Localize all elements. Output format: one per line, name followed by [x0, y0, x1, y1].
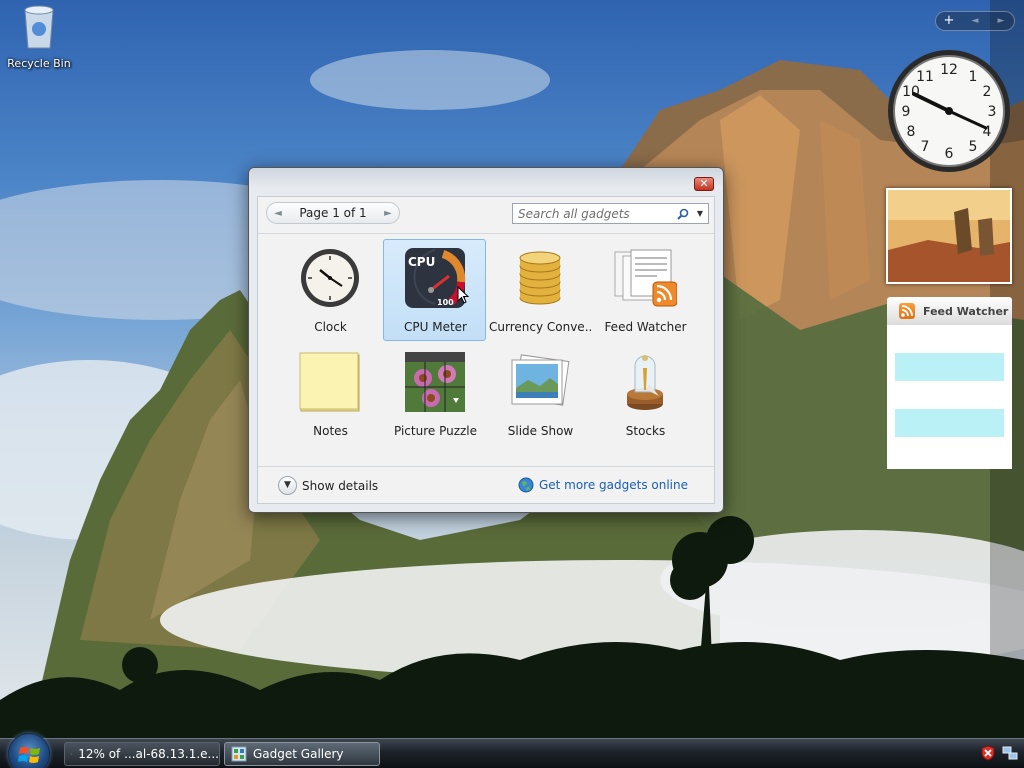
sidebar-controls: + ◄ ►	[935, 11, 1015, 31]
gadget-tile-cpu-meter[interactable]: CPU 100 CPU Meter	[383, 239, 486, 341]
gadget-gallery-icon	[231, 746, 247, 762]
gadget-label: Slide Show	[507, 424, 574, 438]
sidebar-clock-gadget[interactable]: 12 12 345 678 91011	[886, 48, 1012, 174]
show-details-button[interactable]: ▼ Show details	[278, 476, 378, 495]
sidebar-next-button[interactable]: ►	[988, 12, 1014, 30]
gadget-label: Notes	[313, 424, 348, 438]
close-button[interactable]: ✕	[694, 177, 714, 191]
svg-text:11: 11	[916, 69, 934, 85]
gadget-label: Currency Conve...	[489, 320, 592, 334]
cpu-icon-value: 100	[437, 298, 454, 307]
gadget-label: Stocks	[625, 424, 666, 438]
search-box: ▼	[512, 203, 709, 224]
feed-watcher-header: Feed Watcher	[887, 297, 1012, 325]
page-navigator: ◄ Page 1 of 1 ►	[266, 202, 400, 224]
gadget-tile-clock[interactable]: Clock	[278, 239, 381, 341]
system-tray	[980, 745, 1018, 761]
gadget-tile-feed-watcher[interactable]: Feed Watcher	[593, 239, 696, 341]
picture-puzzle-icon	[405, 352, 465, 412]
feed-item[interactable]	[895, 353, 1004, 381]
page-indicator: Page 1 of 1	[299, 206, 367, 220]
divider	[258, 466, 714, 467]
search-dropdown-icon[interactable]: ▼	[692, 204, 708, 223]
recycle-bin-label: Recycle Bin	[7, 57, 71, 70]
svg-text:9: 9	[902, 104, 911, 120]
svg-text:1: 1	[969, 69, 978, 85]
add-gadget-button[interactable]: +	[936, 12, 962, 30]
clock-icon	[301, 249, 359, 307]
feed-list	[887, 325, 1012, 469]
search-icon[interactable]	[674, 204, 692, 223]
recycle-bin-icon	[24, 5, 54, 49]
task-label: 12% of ...al-68.13.1.e...	[78, 747, 219, 761]
show-details-label: Show details	[302, 478, 379, 493]
notes-icon	[299, 352, 360, 412]
get-more-gadgets-link[interactable]: Get more gadgets online	[518, 477, 688, 493]
slideshow-photo	[888, 190, 1010, 282]
next-page-button[interactable]: ►	[377, 208, 399, 219]
feed-watcher-title: Feed Watcher	[923, 304, 1009, 318]
svg-text:6: 6	[945, 146, 954, 162]
gadget-label: Clock	[314, 320, 347, 334]
feed-watcher-icon	[614, 249, 677, 307]
cpu-icon-title: CPU	[408, 255, 435, 269]
svg-text:8: 8	[907, 124, 916, 140]
windows-logo-icon	[18, 747, 40, 763]
gadget-tile-stocks[interactable]: Stocks	[593, 343, 696, 445]
mouse-cursor-icon	[457, 286, 469, 304]
svg-text:2: 2	[983, 84, 992, 100]
rss-icon	[899, 303, 915, 319]
taskbar: 12% of ...al-68.13.1.e... Gadget Gallery	[0, 733, 1024, 768]
gadget-label: Feed Watcher	[604, 320, 687, 334]
svg-text:3: 3	[988, 104, 997, 120]
prev-page-button[interactable]: ◄	[267, 208, 289, 219]
chevron-down-icon: ▼	[278, 476, 297, 495]
gadget-label: Picture Puzzle	[393, 424, 478, 438]
stocks-icon	[627, 355, 663, 410]
gadget-tile-currency[interactable]: Currency Conve...	[488, 239, 592, 341]
recycle-bin[interactable]: Recycle Bin	[4, 2, 74, 70]
divider	[258, 233, 714, 234]
sidebar-slideshow-gadget[interactable]	[886, 188, 1012, 284]
search-input[interactable]	[513, 204, 674, 223]
globe-icon	[518, 477, 534, 493]
gadget-gallery-window: ✕ ◄ Page 1 of 1 ► ▼	[248, 167, 724, 513]
svg-text:7: 7	[921, 139, 930, 155]
sidebar-prev-button[interactable]: ◄	[962, 12, 988, 30]
currency-coins-icon	[519, 251, 561, 305]
security-alert-icon[interactable]	[980, 745, 996, 761]
gallery-content: ◄ Page 1 of 1 ► ▼	[257, 196, 715, 504]
start-button[interactable]	[8, 733, 50, 768]
gadget-label: CPU Meter	[404, 320, 467, 334]
gadget-tile-picture-puzzle[interactable]: Picture Puzzle	[383, 343, 486, 445]
slide-show-icon	[511, 354, 570, 406]
feed-item[interactable]	[895, 409, 1004, 437]
gadget-tile-slide-show[interactable]: Slide Show	[488, 343, 591, 445]
taskbar-item-ie-download[interactable]: 12% of ...al-68.13.1.e...	[64, 742, 220, 766]
task-label: Gadget Gallery	[253, 747, 344, 761]
taskbar-item-gadget-gallery[interactable]: Gadget Gallery	[224, 742, 380, 766]
get-more-gadgets-label: Get more gadgets online	[538, 478, 688, 492]
svg-text:5: 5	[969, 139, 978, 155]
svg-text:12: 12	[940, 62, 958, 78]
gadget-tile-notes[interactable]: Notes	[278, 343, 381, 445]
network-icon[interactable]	[1002, 745, 1018, 761]
sidebar-feed-watcher-gadget[interactable]: Feed Watcher	[887, 297, 1012, 469]
ie-icon	[71, 753, 73, 755]
